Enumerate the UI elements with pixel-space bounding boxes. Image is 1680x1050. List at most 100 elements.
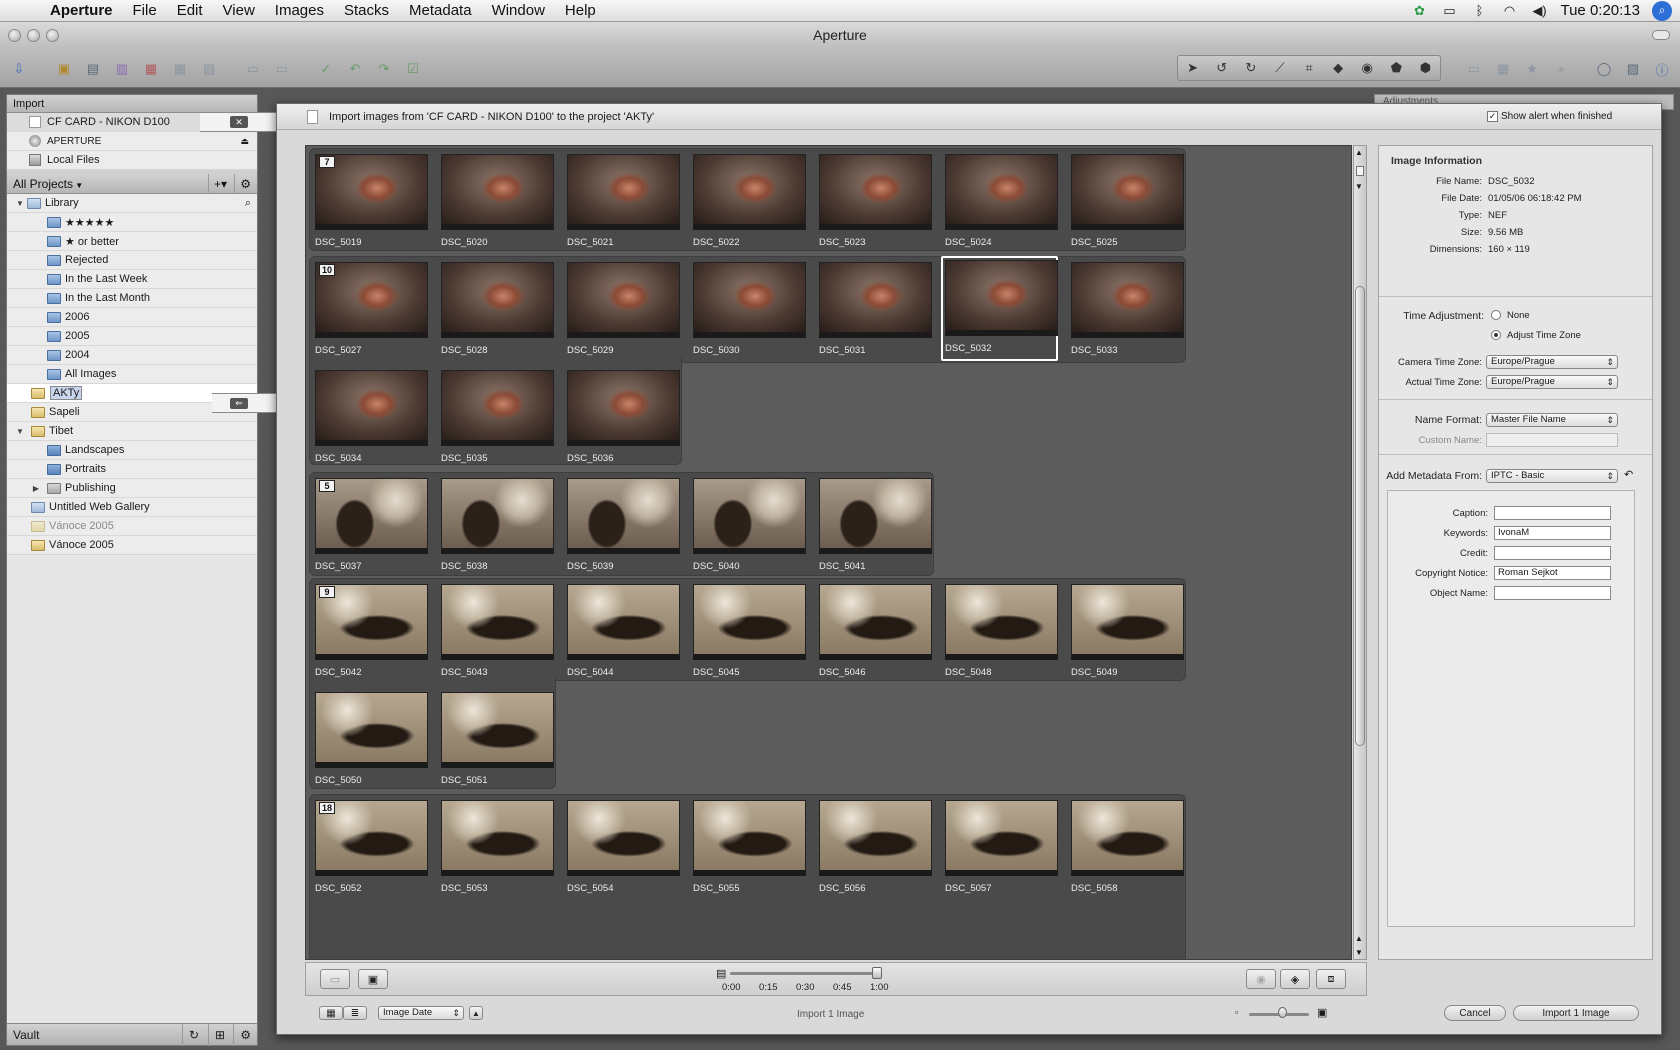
leaf-status-icon[interactable]: ✿: [1410, 3, 1428, 19]
thumbnail[interactable]: DSC_5049: [1069, 582, 1186, 678]
menu-stacks[interactable]: Stacks: [334, 2, 399, 19]
thumbnail[interactable]: DSC_5031: [817, 260, 934, 356]
thumbnail[interactable]: DSC_5029: [565, 260, 682, 356]
inspector-image-icon[interactable]: ▨: [1623, 59, 1643, 79]
eject-card-icon[interactable]: ✕: [230, 116, 248, 128]
thumbnail[interactable]: DSC_5057: [943, 798, 1060, 894]
thumbnail[interactable]: DSC_5023: [817, 152, 934, 248]
folder-publishing[interactable]: ▶ Publishing: [7, 479, 257, 498]
rotate-right-tool-icon[interactable]: ↻: [1236, 60, 1265, 76]
thumb-size-slider-knob[interactable]: [1278, 1007, 1287, 1018]
add-metadata-select[interactable]: IPTC - Basic: [1486, 469, 1618, 483]
pick-icon[interactable]: ✓: [316, 59, 336, 79]
scroll-down-bottom-icon[interactable]: ▼: [1355, 948, 1363, 957]
thumbnail[interactable]: 18 DSC_5052: [313, 798, 430, 894]
grid-view-button[interactable]: ▦: [319, 1006, 343, 1020]
stack-count-badge[interactable]: 18: [319, 802, 335, 814]
menu-file[interactable]: File: [123, 2, 167, 19]
vault-gear-icon[interactable]: ⚙: [233, 1024, 251, 1046]
scroll-thumb[interactable]: [1355, 286, 1365, 746]
custom-name-field[interactable]: [1486, 433, 1618, 447]
thumbnail[interactable]: DSC_5044: [565, 582, 682, 678]
thumbnail[interactable]: DSC_5051: [439, 690, 556, 786]
new-smart-album-icon[interactable]: ▥: [112, 59, 132, 79]
import-browser[interactable]: 7 DSC_5019 DSC_5020 DSC_5021 DSC_5022 DSC…: [305, 145, 1352, 960]
new-web-gallery-icon[interactable]: ▧: [199, 59, 219, 79]
eject-icon[interactable]: ⏏: [240, 136, 249, 147]
all-projects-popup[interactable]: All Projects: [13, 177, 73, 191]
thumbnail[interactable]: DSC_5028: [439, 260, 556, 356]
menu-app[interactable]: Aperture: [40, 2, 123, 19]
wifi-icon[interactable]: ◠: [1500, 3, 1518, 19]
close-window-button[interactable]: [8, 29, 21, 42]
stack-count-badge[interactable]: 7: [319, 156, 335, 168]
multi-viewer-icon[interactable]: ▦: [1493, 59, 1513, 79]
stamp-tool-icon[interactable]: ⬢: [1411, 60, 1440, 76]
add-project-menu-icon[interactable]: +▾: [207, 174, 227, 194]
project-vanoce-offline[interactable]: Vánoce 2005: [7, 517, 257, 536]
scroll-up-icon[interactable]: ▲: [1355, 148, 1363, 157]
zoom-window-button[interactable]: [46, 29, 59, 42]
menu-view[interactable]: View: [213, 2, 265, 19]
thumbnail[interactable]: DSC_5039: [565, 476, 682, 572]
straighten-tool-icon[interactable]: ⟋: [1265, 60, 1294, 76]
smart-album-last-month[interactable]: In the Last Month: [7, 289, 257, 308]
new-album-icon[interactable]: ▤: [83, 59, 103, 79]
red-eye-tool-icon[interactable]: ◉: [1353, 60, 1382, 76]
menu-metadata[interactable]: Metadata: [399, 2, 482, 19]
show-alert-checkbox[interactable]: ✓: [1487, 111, 1498, 122]
credit-field[interactable]: [1494, 546, 1611, 560]
thumbnail[interactable]: 7 DSC_5019: [313, 152, 430, 248]
thumbnail[interactable]: DSC_5058: [1069, 798, 1186, 894]
thumbnail[interactable]: 5 DSC_5037: [313, 476, 430, 572]
destination-arrow-icon[interactable]: ⇐: [230, 398, 248, 409]
new-book-icon[interactable]: ▦: [141, 59, 161, 79]
loupe-icon[interactable]: ◯: [1594, 59, 1614, 79]
crop-tool-icon[interactable]: ⌗: [1294, 60, 1323, 76]
web-gallery[interactable]: Untitled Web Gallery: [7, 498, 257, 517]
scroll-down-icon[interactable]: ▼: [1355, 182, 1363, 191]
radio-none[interactable]: [1491, 310, 1501, 320]
browser-scrollbar[interactable]: ▲ ▼ ▲ ▼: [1353, 145, 1367, 960]
smart-album-all-images[interactable]: All Images: [7, 365, 257, 384]
thumbnail[interactable]: DSC_5054: [565, 798, 682, 894]
smart-album-2005[interactable]: 2005: [7, 327, 257, 346]
thumbnail[interactable]: DSC_5024: [943, 152, 1060, 248]
viewer-layout-icon[interactable]: ▭: [1464, 59, 1484, 79]
thumbnail[interactable]: DSC_5020: [439, 152, 556, 248]
new-project-icon[interactable]: ▣: [54, 59, 74, 79]
thumbnail[interactable]: 10 DSC_5027: [313, 260, 430, 356]
object-name-field[interactable]: [1494, 586, 1611, 600]
minimize-window-button[interactable]: [27, 29, 40, 42]
volume-icon[interactable]: ◀): [1530, 3, 1548, 19]
search-icon[interactable]: ⌕: [245, 197, 251, 210]
thumbnail[interactable]: DSC_5041: [817, 476, 934, 572]
smart-album-one-star[interactable]: ★ or better: [7, 232, 257, 251]
time-stack-slider-knob[interactable]: [872, 967, 882, 979]
scroll-zoom-thumb[interactable]: [1356, 166, 1364, 176]
thumbnail[interactable]: DSC_5048: [943, 582, 1060, 678]
info-icon[interactable]: ⓘ: [1652, 59, 1672, 79]
thumbnail[interactable]: DSC_5040: [691, 476, 808, 572]
project-vanoce[interactable]: Vánoce 2005: [7, 536, 257, 555]
source-aperture[interactable]: APERTURE ⏏: [7, 132, 257, 151]
approve-icon[interactable]: ☑: [403, 59, 423, 79]
time-stack-slider-track[interactable]: [730, 972, 880, 975]
rotate-right-icon[interactable]: ↷: [374, 59, 394, 79]
bluetooth-icon[interactable]: ᛒ: [1470, 3, 1488, 19]
stack-count-badge[interactable]: 10: [319, 264, 335, 276]
thumbnail[interactable]: DSC_5036: [565, 368, 682, 464]
disclosure-closed-icon[interactable]: ▶: [31, 484, 41, 493]
camera-button[interactable]: ◉: [1246, 969, 1276, 989]
spotlight-icon[interactable]: ⌕: [1652, 0, 1672, 21]
sort-select[interactable]: Image Date: [378, 1006, 464, 1020]
select-tool-icon[interactable]: ➤: [1178, 60, 1207, 76]
smart-album-last-week[interactable]: In the Last Week: [7, 270, 257, 289]
disclosure-open-icon[interactable]: ▼: [15, 427, 25, 436]
lift-tool-icon[interactable]: ⬟: [1382, 60, 1411, 76]
thumbnail[interactable]: DSC_5043: [439, 582, 556, 678]
thumbnail[interactable]: DSC_5030: [691, 260, 808, 356]
display-status-icon[interactable]: ▭: [1440, 3, 1458, 19]
menu-images[interactable]: Images: [265, 2, 334, 19]
thumbnail[interactable]: DSC_5025: [1069, 152, 1186, 248]
